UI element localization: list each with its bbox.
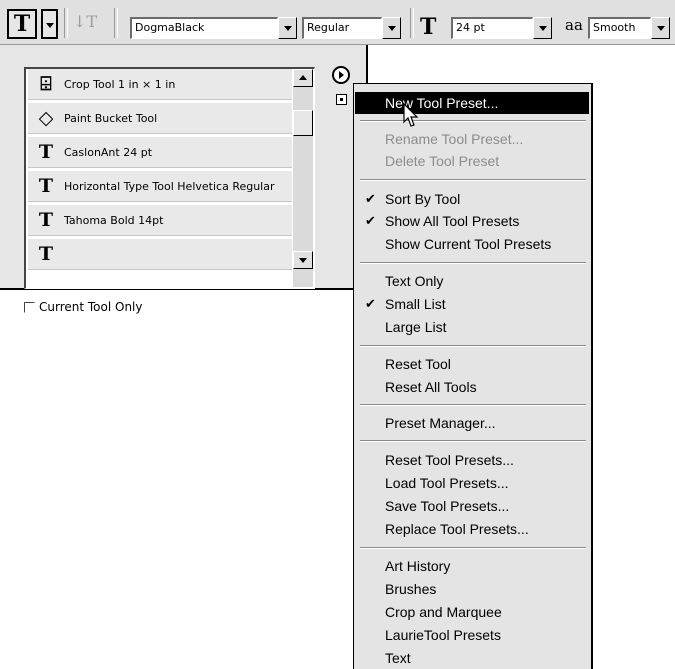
list-scrollbar[interactable]	[293, 69, 313, 287]
antialias-icon: aa	[565, 16, 583, 34]
scroll-thumb[interactable]	[293, 110, 313, 136]
menu-item-new-tool-preset[interactable]: New Tool Preset...	[355, 92, 589, 114]
options-bar: T ↓T DogmaBlack Regular T 24 pt aa Smoot…	[0, 0, 675, 45]
menu-item-label: Small List	[385, 296, 446, 312]
antialias-dropdown-button[interactable]	[651, 17, 670, 39]
font-size-icon: T	[420, 14, 437, 40]
menu-item-save-tool-presets[interactable]: Save Tool Presets...	[355, 495, 589, 517]
list-item-label: Tahoma Bold 14pt	[64, 214, 164, 227]
menu-separator	[360, 547, 586, 549]
type-icon: T	[38, 243, 54, 265]
list-item-label: Crop Tool 1 in × 1 in	[64, 78, 176, 91]
menu-separator	[360, 345, 586, 347]
type-icon: T	[38, 141, 54, 163]
menu-item-rename-tool-preset[interactable]: Rename Tool Preset...	[355, 128, 589, 150]
list-item-paint-bucket-preset[interactable]: ◇ Paint Bucket Tool	[28, 103, 292, 134]
menu-item-label: Show All Tool Presets	[385, 213, 520, 229]
type-tool-preset-icon[interactable]: T	[7, 9, 37, 39]
font-style-field[interactable]: Regular	[302, 17, 382, 39]
toolbar-divider	[64, 8, 68, 38]
menu-separator	[360, 262, 586, 264]
list-item-label: CaslonAnt 24 pt	[64, 146, 153, 159]
current-tool-only-checkbox[interactable]	[24, 302, 35, 313]
menu-item-delete-tool-preset[interactable]: Delete Tool Preset	[355, 150, 589, 172]
menu-separator	[360, 120, 586, 122]
panel-menu-button[interactable]	[332, 66, 350, 84]
menu-item-small-list[interactable]: ✔ Small List	[355, 293, 589, 315]
list-item-label: Paint Bucket Tool	[64, 112, 158, 125]
menu-item-reset-all-tools[interactable]: Reset All Tools	[355, 376, 589, 398]
scroll-up-button[interactable]	[293, 69, 313, 87]
list-item-partial[interactable]: T	[28, 239, 292, 270]
menu-item-text[interactable]: Text	[355, 647, 589, 669]
panel-flyout-menu: New Tool Preset... Rename Tool Preset...…	[353, 83, 593, 669]
checkmark-icon: ✔	[365, 213, 376, 228]
list-item-label: Horizontal Type Tool Helvetica Regular	[64, 180, 275, 193]
menu-item-text-only[interactable]: Text Only	[355, 270, 589, 292]
menu-item-preset-manager[interactable]: Preset Manager...	[355, 412, 589, 434]
list-item-caslonant-preset[interactable]: T CaslonAnt 24 pt	[28, 137, 292, 168]
text-orientation-icon[interactable]: ↓T	[73, 12, 101, 34]
tool-presets-list: ⌹ Crop Tool 1 in × 1 in ◇ Paint Bucket T…	[24, 67, 315, 289]
mouse-pointer-icon	[403, 103, 419, 127]
menu-separator	[360, 404, 586, 406]
menu-item-show-all-tool-presets[interactable]: ✔ Show All Tool Presets	[355, 210, 589, 232]
paint-bucket-icon: ◇	[38, 107, 54, 129]
checkmark-icon: ✔	[365, 296, 376, 311]
menu-item-brushes[interactable]: Brushes	[355, 578, 589, 600]
toolbar-divider	[410, 8, 414, 38]
menu-item-sort-by-tool[interactable]: ✔ Sort By Tool	[355, 188, 589, 210]
menu-item-label: Sort By Tool	[385, 191, 461, 207]
font-size-dropdown-button[interactable]	[533, 17, 552, 39]
toolbar-divider	[114, 8, 118, 38]
menu-item-reset-tool[interactable]: Reset Tool	[355, 353, 589, 375]
menu-item-load-tool-presets[interactable]: Load Tool Presets...	[355, 472, 589, 494]
menu-item-replace-tool-presets[interactable]: Replace Tool Presets...	[355, 518, 589, 540]
current-tool-only-label[interactable]: Current Tool Only	[39, 299, 143, 315]
menu-separator	[360, 179, 586, 181]
menu-separator	[360, 440, 586, 442]
antialias-field[interactable]: Smooth	[588, 17, 651, 39]
menu-item-crop-and-marquee[interactable]: Crop and Marquee	[355, 601, 589, 623]
font-size-field[interactable]: 24 pt	[451, 17, 533, 39]
tool-preset-picker-button[interactable]	[41, 9, 58, 39]
crop-icon: ⌹	[40, 73, 52, 95]
list-item-helvetica-preset[interactable]: T Horizontal Type Tool Helvetica Regular	[28, 171, 292, 202]
menu-item-art-history[interactable]: Art History	[355, 555, 589, 577]
type-icon: T	[38, 209, 54, 231]
font-family-dropdown-button[interactable]	[278, 17, 297, 39]
font-family-field[interactable]: DogmaBlack	[130, 17, 278, 39]
scroll-down-button[interactable]	[293, 251, 313, 269]
create-new-preset-icon[interactable]	[336, 94, 347, 105]
menu-item-large-list[interactable]: Large List	[355, 316, 589, 338]
font-style-dropdown-button[interactable]	[382, 17, 401, 39]
menu-item-reset-tool-presets[interactable]: Reset Tool Presets...	[355, 449, 589, 471]
list-item-crop-preset[interactable]: ⌹ Crop Tool 1 in × 1 in	[28, 69, 292, 100]
menu-item-show-current-tool-presets[interactable]: Show Current Tool Presets	[355, 233, 589, 255]
type-icon: T	[38, 175, 54, 197]
list-item-tahoma-preset[interactable]: T Tahoma Bold 14pt	[28, 205, 292, 236]
checkmark-icon: ✔	[365, 191, 376, 206]
tool-presets-panel: ⌹ Crop Tool 1 in × 1 in ◇ Paint Bucket T…	[0, 45, 368, 314]
menu-item-laurie-tool-presets[interactable]: LaurieTool Presets	[355, 624, 589, 646]
